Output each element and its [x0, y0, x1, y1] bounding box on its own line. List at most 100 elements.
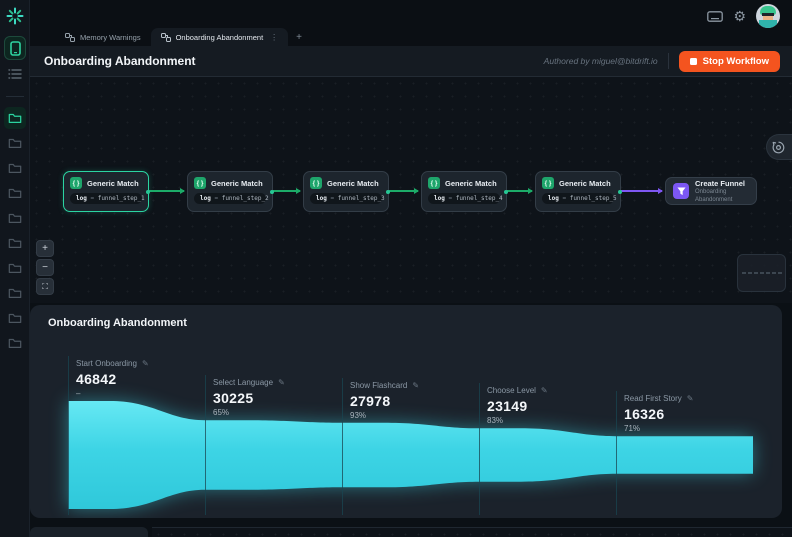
node-title: Generic Match — [559, 178, 611, 188]
folder-icon — [8, 163, 22, 173]
folder-icon — [8, 288, 22, 298]
edge-to-funnel[interactable] — [621, 188, 663, 194]
sidebar-folder-item[interactable] — [4, 257, 26, 279]
tab-label: Onboarding Abandonment — [175, 32, 264, 42]
node-output-port — [386, 189, 390, 194]
topbar-icons: ⚙ — [707, 4, 780, 28]
sidebar-item-list[interactable] — [4, 62, 26, 86]
sidebar-folder-item[interactable] — [4, 132, 26, 154]
node-header: { } Generic Match — [70, 177, 142, 189]
edge-match[interactable] — [149, 188, 185, 194]
folder-icon — [8, 263, 22, 273]
node-create-funnel[interactable]: Create Funnel Onboarding Abandonment — [665, 177, 757, 205]
sidebar-folder-item[interactable] — [4, 232, 26, 254]
zoom-in-button[interactable]: + — [36, 240, 54, 257]
stop-icon — [689, 57, 697, 65]
tab-label: Memory Warnings — [80, 32, 141, 42]
fit-view-button[interactable]: ⛶ — [36, 278, 54, 295]
minimap-node — [777, 272, 782, 274]
left-sidebar — [0, 0, 30, 537]
avatar-shirt — [759, 20, 777, 28]
funnel-step-label: Select Language — [213, 378, 274, 388]
folder-icon — [8, 188, 22, 198]
node-header: { } Generic Match — [310, 177, 382, 189]
next-section-side-panel — [30, 527, 148, 537]
funnel-step-label-row: Read First Story ✎ — [624, 394, 750, 403]
funnel-panel: Onboarding Abandonment Start Onboarding … — [30, 305, 782, 518]
node-title: Generic Match — [327, 178, 379, 188]
edit-pencil-icon[interactable]: ✎ — [687, 394, 694, 403]
sidebar-folder-item[interactable] — [4, 182, 26, 204]
node-match-badge: log = funnel_step_2 — [194, 193, 269, 204]
funnel-step-label-row: Choose Level ✎ — [487, 386, 613, 395]
page-title: Onboarding Abandonment — [44, 54, 196, 68]
funnel-step: Select Language ✎ 30225 65% — [213, 378, 339, 417]
edit-pencil-icon[interactable]: ✎ — [412, 381, 419, 390]
tab-onboarding-abandonment[interactable]: Onboarding Abandonment ⋮ — [150, 28, 289, 46]
tab-strip: Memory Warnings Onboarding Abandonment ⋮… — [55, 28, 310, 46]
funnel-step-label-row: Start Onboarding ✎ — [76, 359, 202, 368]
edge-match[interactable] — [273, 188, 301, 194]
node-generic-match[interactable]: { } Generic Match log = funnel_step_1 — [63, 171, 150, 212]
node-header: { } Generic Match — [542, 177, 614, 189]
user-avatar[interactable] — [756, 4, 780, 28]
edge-match[interactable] — [507, 188, 533, 194]
settings-gear-icon[interactable]: ⚙ — [733, 8, 746, 25]
keyboard-icon[interactable] — [707, 10, 724, 22]
node-title: Generic Match — [445, 178, 497, 188]
node-title: Generic Match — [211, 178, 263, 188]
list-icon — [8, 69, 22, 79]
node-generic-match[interactable]: { } Generic Match log = funnel_step_4 — [421, 171, 508, 212]
folder-icon — [8, 238, 22, 248]
minimap-node — [741, 272, 746, 274]
funnel-step-label: Choose Level — [487, 386, 536, 396]
funnel-step-label: Read First Story — [624, 394, 682, 404]
avatar-glasses — [762, 13, 774, 16]
tab-memory-warnings[interactable]: Memory Warnings — [55, 28, 151, 46]
edit-pencil-icon[interactable]: ✎ — [142, 359, 149, 368]
new-tab-button[interactable]: + — [288, 28, 310, 46]
funnel-step-value: 30225 — [213, 390, 254, 407]
sidebar-folder-item[interactable] — [4, 207, 26, 229]
funnel-step-divider — [205, 375, 206, 515]
sidebar-item-mobile[interactable] — [4, 36, 26, 60]
edit-pencil-icon[interactable]: ✎ — [541, 386, 548, 395]
edge-match[interactable] — [389, 188, 419, 194]
stop-workflow-button[interactable]: Stop Workflow — [678, 50, 780, 72]
workflow-icon — [160, 32, 171, 42]
funnel-step-label-row: Select Language ✎ — [213, 378, 339, 387]
next-section-canvas — [152, 527, 792, 537]
minimap-node — [765, 272, 770, 274]
node-generic-match[interactable]: { } Generic Match log = funnel_step_2 — [187, 171, 274, 212]
funnel-step-conversion: 93% — [350, 410, 367, 420]
node-match-badge: log = funnel_step_5 — [542, 193, 617, 204]
folder-icon — [8, 213, 22, 223]
edit-pencil-icon[interactable]: ✎ — [278, 378, 285, 387]
minimap-node — [747, 272, 752, 274]
minimap-node — [759, 272, 764, 274]
node-output-port — [146, 189, 150, 194]
funnel-step-conversion: 83% — [487, 416, 504, 426]
sidebar-folder-item[interactable] — [4, 282, 26, 304]
canvas-zoom-controls: + − ⛶ — [36, 240, 54, 295]
authored-by-text: Authored by miguel@bitdrift.io — [543, 56, 658, 66]
zoom-out-button[interactable]: − — [36, 259, 54, 276]
funnel-step-conversion: 65% — [213, 408, 230, 418]
funnel-step-divider — [479, 383, 480, 515]
funnel-step-label: Start Onboarding — [76, 359, 137, 368]
sidebar-folder-item[interactable] — [4, 107, 26, 129]
canvas-minimap[interactable] — [737, 254, 786, 292]
funnel-step-label: Show Flashcard — [350, 380, 408, 390]
sidebar-folder-item[interactable] — [4, 157, 26, 179]
minimap-node — [771, 272, 776, 274]
node-output-port — [504, 189, 508, 194]
tab-menu-icon[interactable]: ⋮ — [270, 33, 278, 42]
sidebar-folder-item[interactable] — [4, 307, 26, 329]
folder-list — [0, 104, 30, 357]
workflow-canvas[interactable]: { } Generic Match log = funnel_step_1 { … — [30, 77, 792, 303]
funnel-step: Choose Level ✎ 23149 83% — [487, 386, 613, 425]
node-generic-match[interactable]: { } Generic Match log = funnel_step_5 — [535, 171, 622, 212]
node-generic-match[interactable]: { } Generic Match log = funnel_step_3 — [303, 171, 390, 212]
sidebar-folder-item[interactable] — [4, 332, 26, 354]
comments-flyout-button[interactable] — [766, 134, 792, 160]
